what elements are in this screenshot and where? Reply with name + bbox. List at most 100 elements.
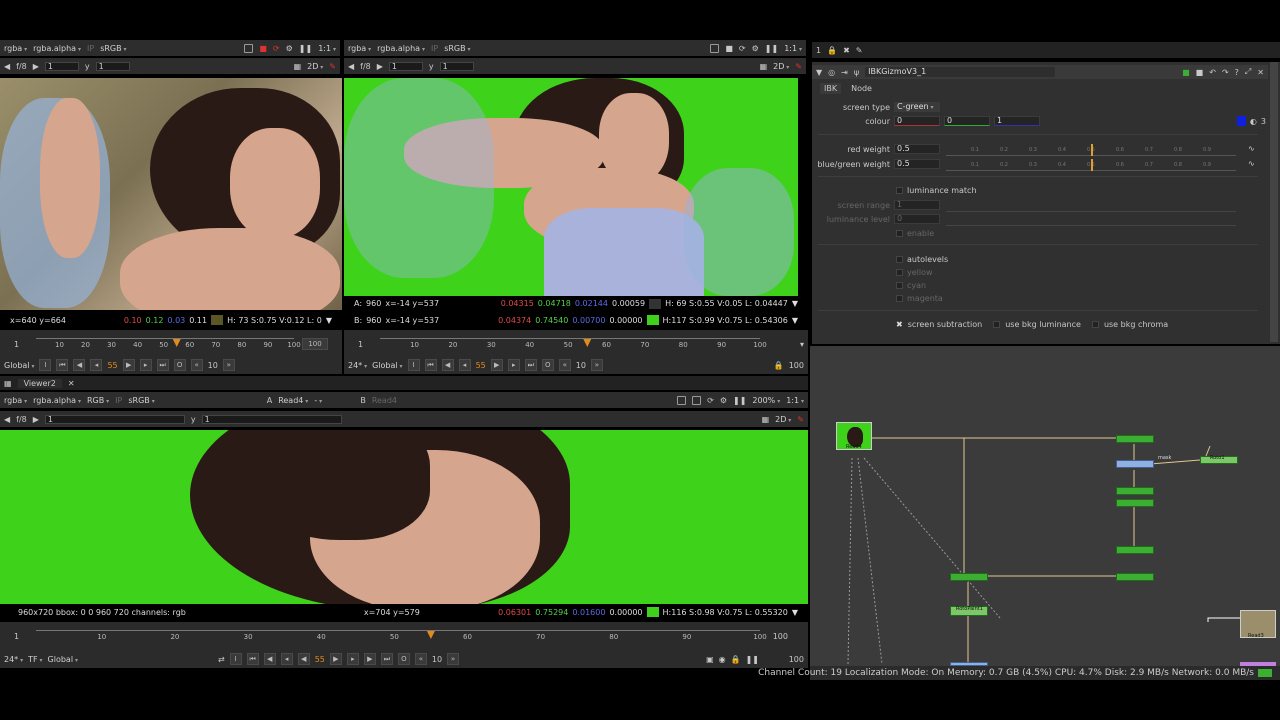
play-back-button[interactable]: ◀ [297, 653, 310, 665]
viewer-top-left-image[interactable] [0, 78, 342, 310]
colour-swatch[interactable] [1236, 116, 1246, 126]
properties-scrollbar[interactable] [1270, 62, 1278, 342]
info-dropdown-icon[interactable]: ▼ [792, 608, 798, 617]
view-mode-dropdown[interactable]: 2D [307, 62, 323, 71]
loop-icon[interactable]: ⇄ [218, 655, 225, 664]
viewer2-tab[interactable]: Viewer2 [17, 378, 62, 388]
rgb-dropdown[interactable]: RGB [87, 396, 109, 405]
prev-key-button[interactable]: ◀ [263, 653, 276, 665]
lock-icon[interactable]: 🔒 [731, 655, 741, 664]
clip-warning-icon[interactable]: ■ [725, 44, 733, 53]
step-back-button[interactable]: « [190, 359, 203, 371]
proxy-icon[interactable]: ⚙ [752, 44, 759, 53]
pause-icon[interactable]: ❚❚ [765, 44, 778, 53]
alpha-dropdown[interactable]: rgba.alpha [33, 44, 81, 53]
out-point-button[interactable]: O [541, 359, 554, 371]
channels-dropdown[interactable]: rgba [348, 44, 371, 53]
channels-dropdown[interactable]: rgba [4, 44, 27, 53]
fps-dropdown[interactable]: 24* [4, 655, 23, 664]
prev-frame-button[interactable]: ◂ [280, 653, 293, 665]
gain-arrow-icon[interactable]: ◀ [4, 62, 10, 71]
last-frame-button[interactable]: ⏭ [380, 653, 393, 665]
roi-icon[interactable] [710, 43, 720, 53]
clip-warning-icon[interactable]: ■ [259, 44, 267, 53]
gamma-field[interactable]: 1 [439, 61, 474, 71]
last-frame-button[interactable]: ⏭ [156, 359, 169, 371]
fps-dropdown[interactable]: 24* [348, 361, 367, 370]
use-bkg-luminance-checkbox[interactable] [993, 321, 1001, 328]
gamma-field[interactable]: 1 [201, 414, 342, 424]
timeline-ruler[interactable]: 10 20 30 40 50 60 70 80 90 100 [36, 338, 301, 349]
yellow-checkbox[interactable] [896, 269, 903, 276]
lock-icon[interactable]: 🔒 [774, 361, 784, 370]
operation-dropdown[interactable]: - [314, 396, 354, 405]
current-frame[interactable]: 55 [107, 361, 117, 370]
slider-handle[interactable] [1091, 159, 1093, 171]
magenta-checkbox[interactable] [896, 295, 903, 302]
slider-handle[interactable] [1091, 144, 1093, 156]
current-frame[interactable]: 55 [315, 655, 325, 664]
bg-weight-field[interactable]: 0.5 [894, 159, 940, 169]
monitor-icon[interactable]: ▣ [706, 655, 714, 664]
gain-field[interactable]: 1 [44, 61, 79, 71]
ip-button[interactable]: IP [115, 396, 122, 405]
refresh-icon[interactable]: ⟳ [273, 44, 280, 53]
info-dropdown-icon[interactable]: ▼ [792, 316, 798, 325]
end-frame[interactable]: 100 [764, 655, 804, 664]
view-mode-dropdown[interactable]: 2D [773, 62, 789, 71]
timeline-bottom[interactable]: 1 10 20 30 40 50 60 70 80 90 100 100 24* TF Globa… [0, 622, 808, 668]
proxy-icon[interactable]: ⚙ [720, 396, 727, 405]
next-frame-button[interactable]: ▸ [346, 653, 359, 665]
redo-icon[interactable]: ↷ [1222, 68, 1229, 77]
luminance-match-checkbox[interactable] [896, 187, 903, 194]
in-point-button[interactable]: I [39, 359, 52, 371]
step-back-button[interactable]: « [414, 653, 427, 665]
prev-key-button[interactable]: ◀ [441, 359, 454, 371]
autolevels-checkbox[interactable] [896, 256, 903, 263]
properties-count[interactable]: 1 [816, 46, 821, 55]
close-panel-icon[interactable]: ✕ [1257, 68, 1264, 77]
out-point-button[interactable]: O [173, 359, 186, 371]
clip-warning-icon[interactable] [692, 395, 702, 405]
next-key-button[interactable]: ▸ [507, 359, 520, 371]
timeline-ruler[interactable]: 10 20 30 40 50 60 70 80 90 100 [36, 630, 767, 641]
edit-icon[interactable]: ✎ [856, 46, 863, 55]
proxy-icon[interactable]: ⚙ [286, 44, 293, 53]
in-point-button[interactable]: I [229, 653, 242, 665]
screen-type-dropdown[interactable]: C-green [894, 102, 940, 112]
play-button[interactable]: ▶ [329, 653, 342, 665]
gamma-field[interactable]: 1 [95, 61, 130, 71]
gain-arrow-right-icon[interactable]: ▶ [33, 415, 39, 424]
viewer-top-right-image[interactable] [344, 78, 798, 296]
node-color-icon[interactable]: ■ [1196, 68, 1204, 77]
first-frame-button[interactable]: ⏮ [56, 359, 69, 371]
clear-panel-icon[interactable]: ✖ [843, 46, 850, 55]
prev-frame-button[interactable]: ◂ [458, 359, 471, 371]
refresh-icon[interactable]: ⟳ [707, 396, 714, 405]
node-color-green-icon[interactable]: ■ [1182, 68, 1190, 77]
end-frame-box[interactable]: 100 [773, 632, 788, 641]
first-frame-button[interactable]: ⏮ [246, 653, 259, 665]
step-forward-button[interactable]: » [447, 653, 460, 665]
zoom-dropdown[interactable]: 1:1 [784, 44, 802, 53]
colour-r-field[interactable]: 0 [894, 116, 940, 126]
end-frame[interactable]: 100 [789, 361, 804, 370]
gain-field[interactable]: 1 [44, 414, 185, 424]
screen-subtraction-checkbox[interactable]: ✖ [896, 320, 903, 329]
float-icon[interactable]: ⇥ [841, 68, 848, 77]
zoom-pct-dropdown[interactable]: 200% [752, 396, 780, 405]
step-value[interactable]: 10 [432, 655, 442, 664]
node-copy[interactable] [950, 573, 988, 581]
play-button[interactable]: ▶ [122, 359, 135, 371]
scope-dropdown[interactable]: Global [372, 361, 402, 370]
cyan-checkbox[interactable] [896, 282, 903, 289]
out-point-button[interactable]: O [397, 653, 410, 665]
luminance-level-field[interactable]: 0 [894, 214, 940, 224]
view-mode-icon[interactable]: ▦ [760, 62, 768, 71]
step-value[interactable]: 10 [576, 361, 586, 370]
bg-weight-curve-icon[interactable]: ∿ [1248, 159, 1255, 168]
tab-ibk[interactable]: IBK [820, 83, 842, 94]
color-wheel-icon[interactable]: ◐ [1250, 117, 1257, 126]
lock-panel-icon[interactable]: 🔒 [827, 46, 837, 55]
node-keymix[interactable] [1116, 573, 1154, 581]
